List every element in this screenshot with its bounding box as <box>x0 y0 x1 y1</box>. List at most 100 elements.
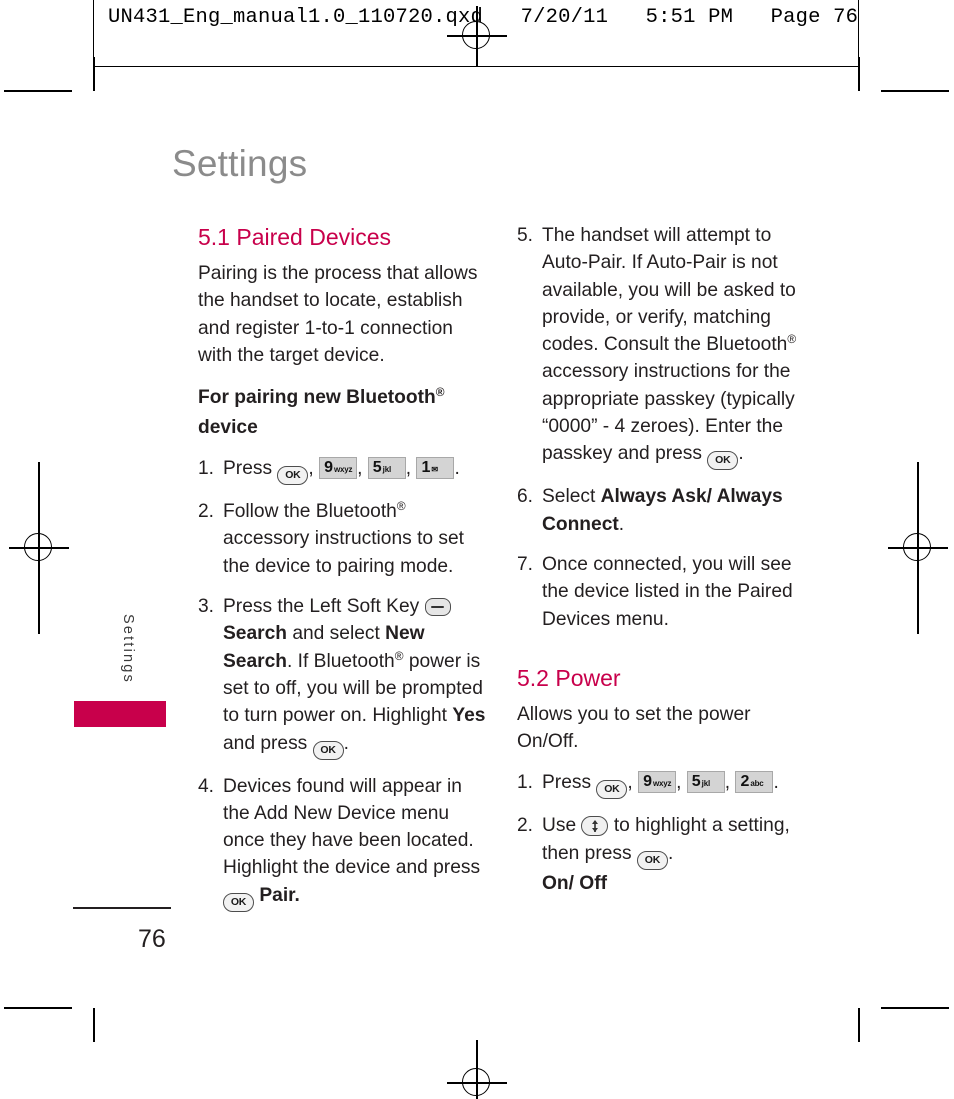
step-comma: , <box>357 458 363 480</box>
registration-crosshair-v <box>38 518 40 578</box>
step-item: 3. Press the Left Soft Key Search and sel… <box>198 593 488 760</box>
step-period: . <box>343 732 349 754</box>
step-item: 5. The handset will attempt to Auto-Pair.… <box>517 222 807 471</box>
nav-key-up-arrow <box>591 819 598 824</box>
subheading-line2: device <box>198 417 258 439</box>
step-comma: , <box>308 458 314 480</box>
power-intro-paragraph: Allows you to set the power On/Off. <box>517 703 751 753</box>
ok-key-icon: OK <box>312 740 344 760</box>
nav-key-down-arrow <box>591 827 598 832</box>
key-digit: 5 <box>372 459 382 477</box>
section-heading-paired-devices: 5.1 Paired Devices <box>198 224 392 250</box>
key-letters: abc <box>750 779 764 789</box>
step-comma: , <box>676 772 682 794</box>
step-item: 2. Follow the Bluetooth® accessory instru… <box>198 498 488 580</box>
emphasis-yes: Yes <box>452 705 486 727</box>
navigation-up-down-key-icon <box>581 816 609 837</box>
registered-trademark-icon: ® <box>394 648 404 663</box>
crop-mark-bottom-left-horizontal <box>4 1007 72 1009</box>
step-number: 2. <box>198 501 215 523</box>
ok-key-icon: OK <box>707 451 739 471</box>
section-heading-power: 5.2 Power <box>517 664 621 691</box>
step-text: Once connected, you will see the device … <box>542 553 793 630</box>
subheading-pairing-new-bluetooth-device: For pairing new Bluetooth® device <box>198 383 488 443</box>
crop-mark-top-right-horizontal <box>881 90 949 92</box>
step-period: . <box>667 842 674 864</box>
key-digit: 2 <box>740 773 750 791</box>
step-number: 7. <box>517 553 534 575</box>
registration-tail-top <box>476 22 478 62</box>
step-item: 2. Use to highlight a setting, then press… <box>517 812 807 897</box>
key-letters: wxyz <box>333 465 353 475</box>
key-digit: 9 <box>643 773 652 791</box>
step-item: 6. Select Always Ask/ Always Connect. <box>517 483 807 538</box>
registered-trademark-icon: ® <box>396 499 406 514</box>
left-soft-key-icon <box>424 598 451 617</box>
step-text-cont: . If Bluetooth <box>287 650 395 672</box>
ok-key-icon: OK <box>596 780 628 800</box>
key-5-jkl-icon: 5jkl <box>686 771 725 794</box>
step-period: . <box>773 772 779 794</box>
step-text: Press the Left Soft Key <box>223 596 420 618</box>
step-comma: , <box>724 772 731 794</box>
emphasis-search: Search <box>223 623 287 645</box>
key-letters: jkl <box>701 779 711 789</box>
registration-tail-left-bottom <box>38 576 40 634</box>
ok-key-icon: OK <box>223 892 254 912</box>
page-number: 76 <box>138 925 166 953</box>
step-number: 3. <box>198 596 215 618</box>
registration-tail-right-top <box>917 462 919 520</box>
crop-mark-top-left-horizontal <box>4 90 72 92</box>
step-text: Select <box>542 486 601 508</box>
step-text: Press <box>223 458 273 480</box>
step-text-cont: and select <box>287 623 386 645</box>
registration-tail-right-bottom <box>917 576 919 634</box>
power-option-on-off: On/ Off <box>542 872 608 894</box>
step-number: 2. <box>517 815 534 837</box>
key-letters: jkl <box>382 465 392 475</box>
key-9-wxyz-icon: 9wxyz <box>319 457 358 480</box>
left-text-column: 5.1 Paired Devices Pairing is the proces… <box>198 222 488 912</box>
step-period: . <box>454 458 460 480</box>
step-text-cont: accessory instructions for the appropria… <box>542 361 795 465</box>
step-item: 1. Press OK, 9wxyz, 5jkl, 1✉. <box>198 455 488 486</box>
crop-mark-bottom-right-horizontal <box>881 1007 949 1009</box>
ok-key-icon: OK <box>277 466 309 486</box>
registration-crosshair-v <box>917 518 919 578</box>
step-item: 1. Press OK, 9wxyz, 5jkl, 2abc. <box>517 769 807 800</box>
key-voicemail-glyph: ✉ <box>431 465 438 475</box>
key-9-wxyz-icon: 9wxyz <box>638 771 677 794</box>
sidebar-chapter-tab-marker <box>74 701 166 727</box>
key-letters: wxyz <box>652 779 672 789</box>
step-text-cont: accessory instructions to set the device… <box>223 528 465 577</box>
header-border-bottom <box>93 66 859 67</box>
crop-mark-bottom-right-vertical <box>858 1008 860 1042</box>
step-text: Follow the Bluetooth <box>223 501 397 523</box>
registered-trademark-icon: ® <box>787 332 797 347</box>
manual-page: UN431_Eng_manual1.0_110720.qxd 7/20/11 5… <box>0 0 954 1099</box>
step-text: Use <box>542 815 577 837</box>
key-1-voicemail-icon: 1✉ <box>416 457 455 480</box>
key-digit: 9 <box>324 459 333 477</box>
step-period: . <box>738 443 744 465</box>
step-text-cont: and press <box>223 732 308 754</box>
crop-mark-top-right-vertical <box>858 57 860 91</box>
key-digit: 5 <box>691 773 701 791</box>
soft-key-dash <box>430 605 444 609</box>
key-2-abc-icon: 2abc <box>735 771 774 794</box>
page-number-rule <box>73 907 171 909</box>
ok-key-icon: OK <box>636 850 668 870</box>
key-digit: 1 <box>421 459 431 477</box>
subheading-line1: For pairing new Bluetooth <box>198 387 436 409</box>
registration-mark-right <box>888 518 948 578</box>
emphasis-pair: Pair. <box>259 884 300 906</box>
sidebar-chapter-label: Settings <box>120 614 136 684</box>
right-text-column: 5. The handset will attempt to Auto-Pair.… <box>517 222 807 897</box>
step-text: Devices found will appear in the Add New… <box>223 775 481 879</box>
page-title: Settings <box>172 143 308 184</box>
step-period: . <box>618 513 625 535</box>
registration-tail-left-top <box>38 462 40 520</box>
step-number: 6. <box>517 486 534 508</box>
step-comma: , <box>405 458 412 480</box>
step-number: 5. <box>517 225 534 246</box>
